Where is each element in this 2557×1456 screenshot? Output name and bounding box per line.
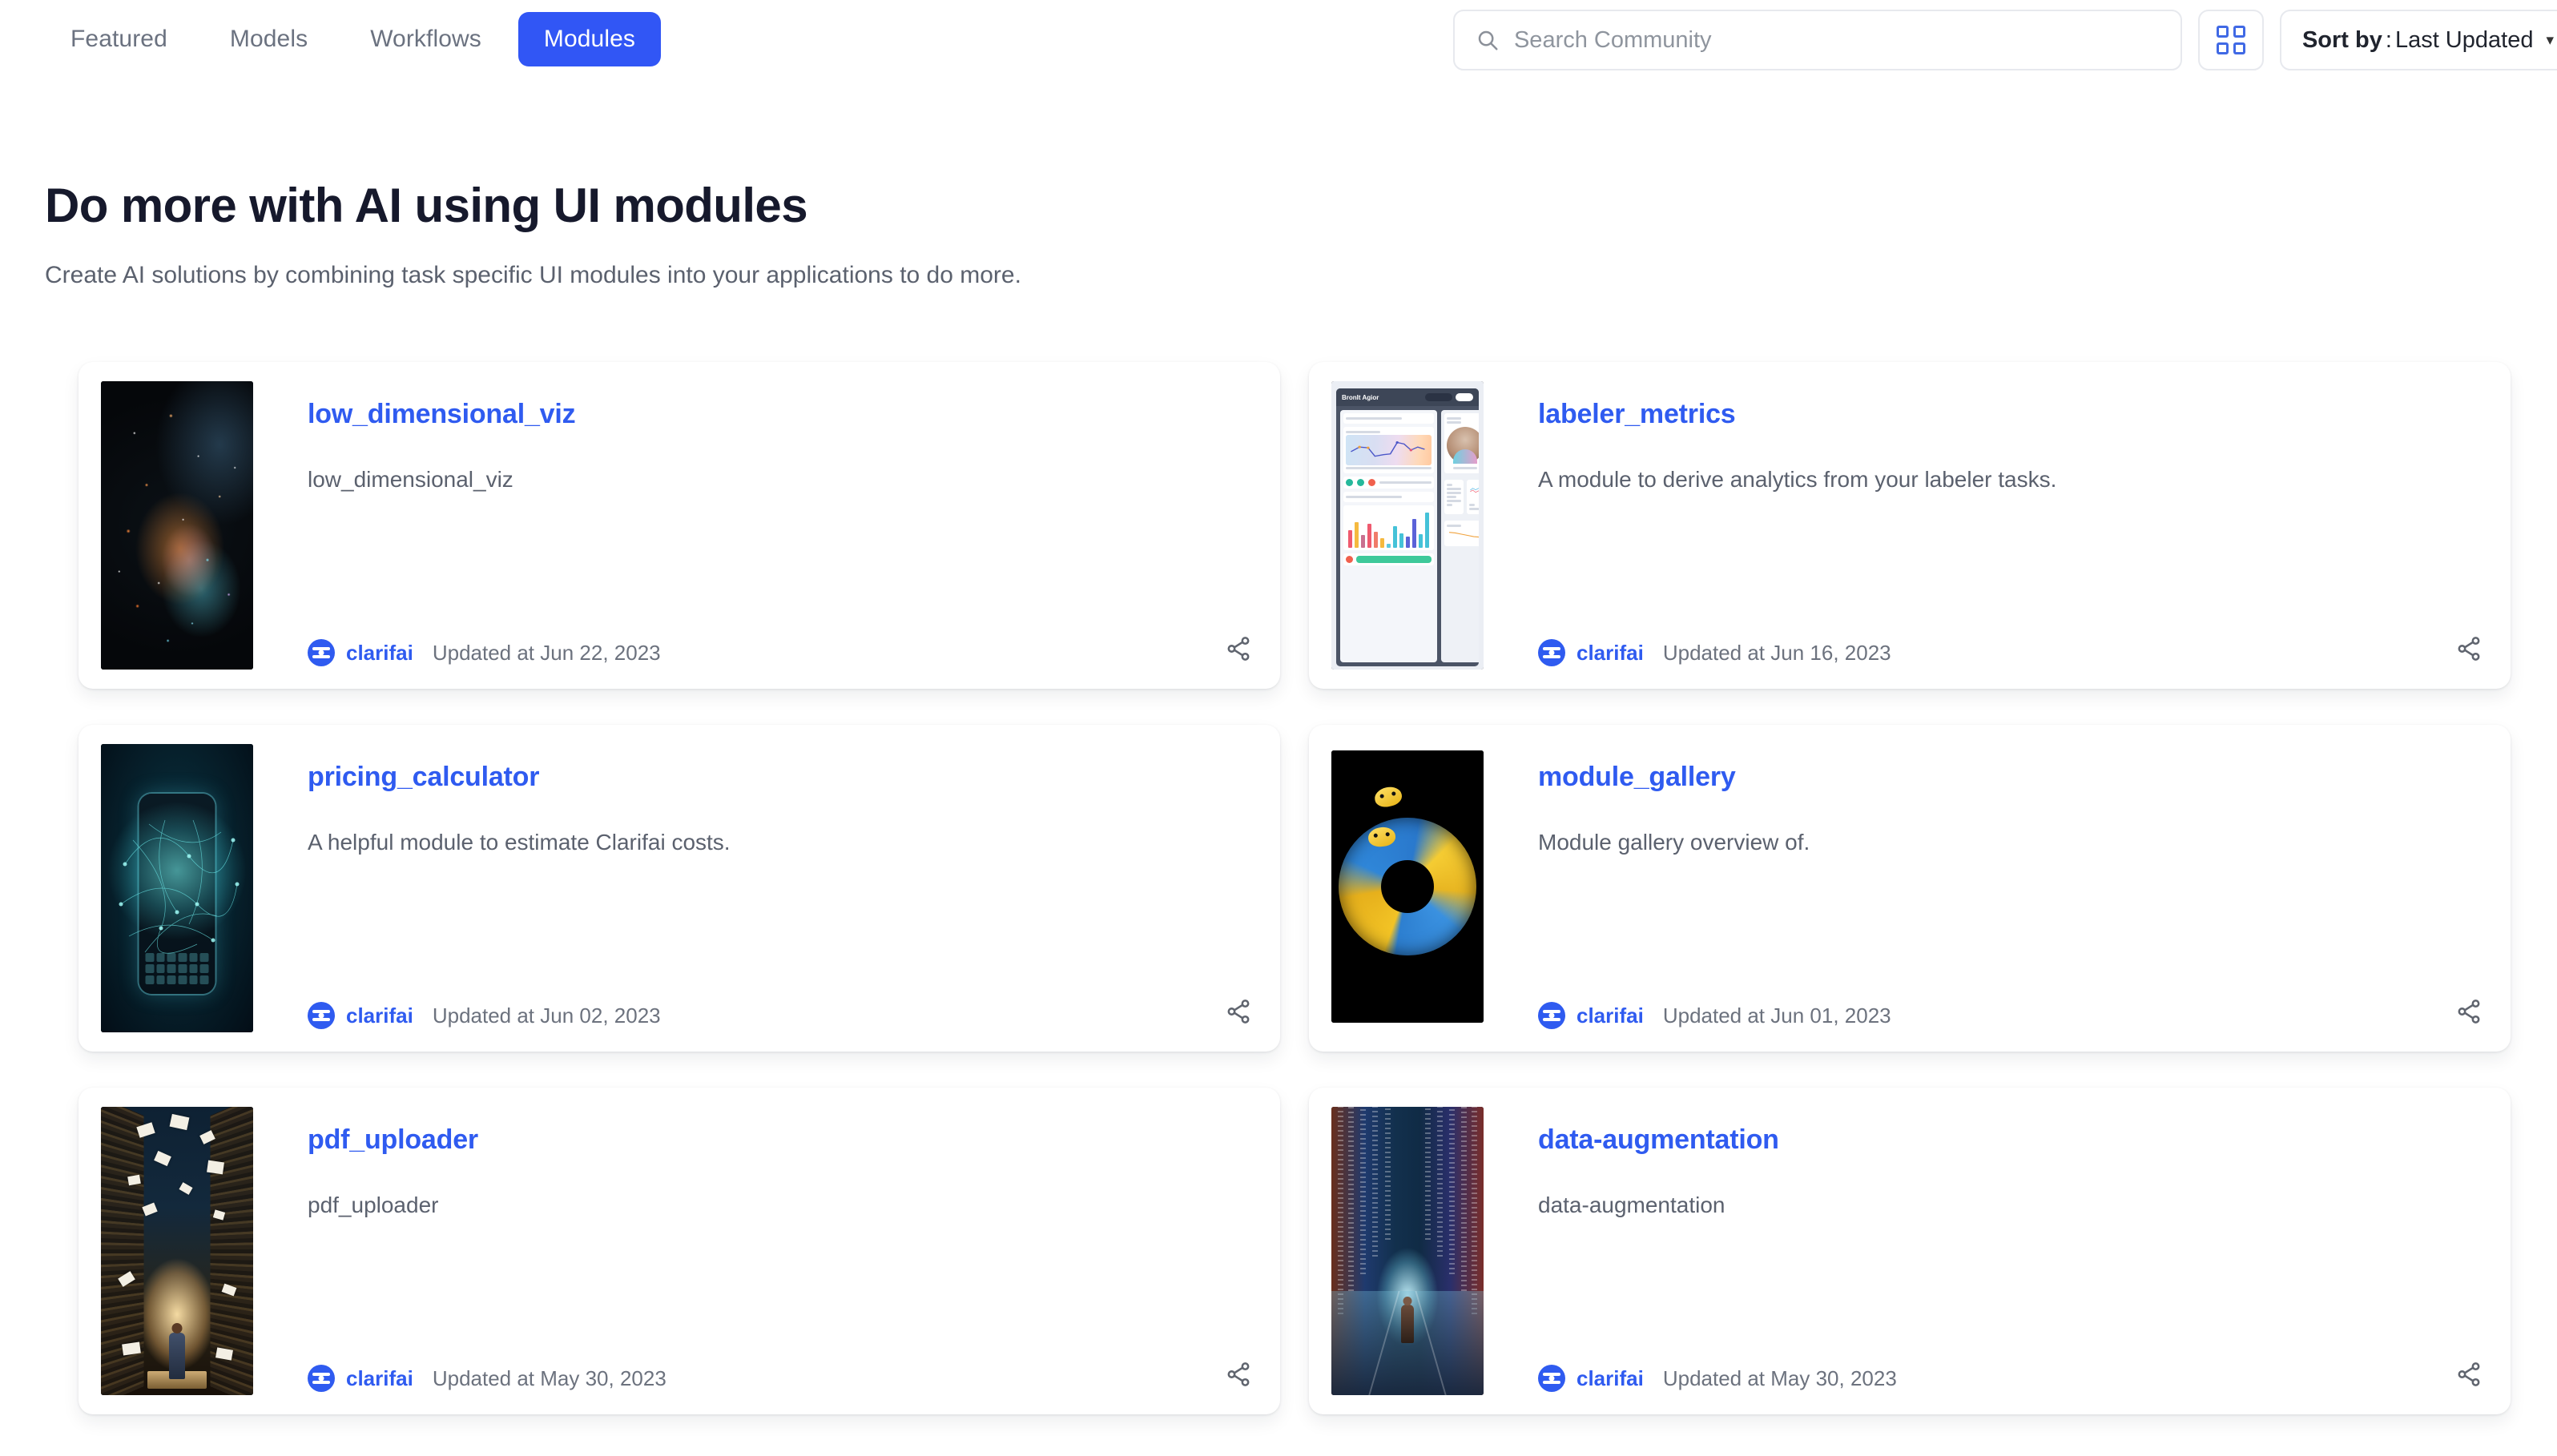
- module-description: Module gallery overview of.: [1538, 830, 2488, 855]
- page-subtitle: Create AI solutions by combining task sp…: [45, 262, 1021, 289]
- module-thumbnail[interactable]: [101, 381, 253, 670]
- updated-timestamp: Updated at Jun 16, 2023: [1663, 641, 1891, 666]
- search-icon: [1476, 28, 1500, 52]
- owner-name[interactable]: clarifai: [1576, 1366, 1644, 1391]
- module-thumbnail[interactable]: [101, 744, 253, 1032]
- share-icon: [2455, 998, 2483, 1025]
- share-icon: [1225, 1361, 1252, 1388]
- share-icon: [1225, 998, 1252, 1025]
- clarifai-logo-icon: [308, 1002, 335, 1029]
- tab-featured[interactable]: Featured: [45, 12, 193, 66]
- owner-name[interactable]: clarifai: [346, 1366, 413, 1391]
- module-thumbnail[interactable]: [101, 1107, 253, 1395]
- sort-separator: :: [2386, 27, 2392, 54]
- clarifai-logo-icon: [308, 639, 335, 666]
- module-thumbnail[interactable]: [1331, 1107, 1484, 1395]
- module-card-body: low_dimensional_viz low_dimensional_viz …: [308, 381, 1258, 670]
- owner-name[interactable]: clarifai: [1576, 641, 1644, 666]
- particle-burst-thumbnail: [101, 381, 253, 670]
- module-card[interactable]: BronIt Agior: [1309, 362, 2511, 689]
- module-card-body: pdf_uploader pdf_uploader clarifai Updat…: [308, 1107, 1258, 1395]
- updated-timestamp: Updated at Jun 01, 2023: [1663, 1004, 1891, 1028]
- module-owner[interactable]: clarifai: [308, 1002, 413, 1029]
- module-description: pdf_uploader: [308, 1193, 1258, 1218]
- module-description: A module to derive analytics from your l…: [1538, 467, 2488, 493]
- tab-modules[interactable]: Modules: [518, 12, 661, 66]
- tab-workflows[interactable]: Workflows: [344, 12, 507, 66]
- share-button[interactable]: [2451, 994, 2487, 1029]
- module-owner[interactable]: clarifai: [308, 1365, 413, 1392]
- community-tabs: Featured Models Workflows Modules: [45, 12, 661, 66]
- module-card-footer: clarifai Updated at May 30, 2023: [308, 1365, 1258, 1392]
- module-title-link[interactable]: data-augmentation: [1538, 1124, 1779, 1156]
- share-icon: [1225, 635, 1252, 662]
- search-input[interactable]: [1514, 27, 2160, 54]
- module-card-footer: clarifai Updated at Jun 16, 2023: [1538, 639, 2488, 666]
- module-thumbnail[interactable]: BronIt Agior: [1331, 381, 1484, 670]
- clarifai-logo-icon: [1538, 639, 1565, 666]
- clarifai-logo-icon: [1538, 1002, 1565, 1029]
- updated-timestamp: Updated at May 30, 2023: [433, 1366, 666, 1391]
- module-title-link[interactable]: module_gallery: [1538, 762, 1736, 793]
- module-owner[interactable]: clarifai: [1538, 1002, 1644, 1029]
- module-card[interactable]: data-augmentation data-augmentation clar…: [1309, 1088, 2511, 1414]
- tab-models[interactable]: Models: [204, 12, 333, 66]
- page-title: Do more with AI using UI modules: [45, 178, 807, 233]
- module-card-footer: clarifai Updated at May 30, 2023: [1538, 1365, 2488, 1392]
- module-owner[interactable]: clarifai: [1538, 1365, 1644, 1392]
- module-title-link[interactable]: low_dimensional_viz: [308, 399, 575, 430]
- module-card[interactable]: module_gallery Module gallery overview o…: [1309, 725, 2511, 1052]
- share-button[interactable]: [1221, 631, 1256, 666]
- module-card[interactable]: pdf_uploader pdf_uploader clarifai Updat…: [79, 1088, 1280, 1414]
- clarifai-logo-icon: [308, 1365, 335, 1392]
- digital-corridor-thumbnail: [1331, 1107, 1484, 1395]
- owner-name[interactable]: clarifai: [1576, 1004, 1644, 1028]
- module-thumbnail[interactable]: [1331, 750, 1484, 1023]
- module-card-body: labeler_metrics A module to derive analy…: [1538, 381, 2488, 670]
- module-card-footer: clarifai Updated at Jun 22, 2023: [308, 639, 1258, 666]
- sort-by-value: Last Updated: [2395, 27, 2534, 54]
- flying-papers-library-thumbnail: [101, 1107, 253, 1395]
- module-owner[interactable]: clarifai: [1538, 639, 1644, 666]
- share-icon: [2455, 635, 2483, 662]
- module-description: A helpful module to estimate Clarifai co…: [308, 830, 1258, 855]
- share-button[interactable]: [1221, 1357, 1256, 1392]
- module-card-body: module_gallery Module gallery overview o…: [1538, 744, 2488, 1032]
- coiled-snakes-thumbnail: [1331, 750, 1484, 1023]
- module-description: low_dimensional_viz: [308, 467, 1258, 493]
- top-navigation-bar: Featured Models Workflows Modules Sort b…: [0, 0, 2557, 78]
- module-title-link[interactable]: pdf_uploader: [308, 1124, 478, 1156]
- module-card[interactable]: pricing_calculator A helpful module to e…: [79, 725, 1280, 1052]
- share-button[interactable]: [2451, 631, 2487, 666]
- owner-name[interactable]: clarifai: [346, 641, 413, 666]
- search-container[interactable]: [1453, 10, 2182, 70]
- grid-view-toggle-button[interactable]: [2198, 10, 2264, 70]
- updated-timestamp: Updated at Jun 22, 2023: [433, 641, 661, 666]
- module-description: data-augmentation: [1538, 1193, 2488, 1218]
- toolbar-right: Sort by: Last Updated ▾: [1453, 10, 2557, 70]
- sort-by-dropdown[interactable]: Sort by: Last Updated ▾: [2280, 10, 2557, 70]
- module-card[interactable]: low_dimensional_viz low_dimensional_viz …: [79, 362, 1280, 689]
- grid-view-icon: [2217, 26, 2245, 54]
- glowing-calculator-thumbnail: [101, 744, 253, 1032]
- chevron-down-icon: ▾: [2546, 33, 2554, 48]
- module-owner[interactable]: clarifai: [308, 639, 413, 666]
- share-icon: [2455, 1361, 2483, 1388]
- module-card-footer: clarifai Updated at Jun 02, 2023: [308, 1002, 1258, 1029]
- module-card-body: data-augmentation data-augmentation clar…: [1538, 1107, 2488, 1395]
- analytics-dashboard-thumbnail: BronIt Agior: [1331, 381, 1484, 670]
- module-title-link[interactable]: pricing_calculator: [308, 762, 539, 793]
- module-card-body: pricing_calculator A helpful module to e…: [308, 744, 1258, 1032]
- share-button[interactable]: [2451, 1357, 2487, 1392]
- updated-timestamp: Updated at Jun 02, 2023: [433, 1004, 661, 1028]
- sort-by-label: Sort by: [2302, 27, 2382, 54]
- updated-timestamp: Updated at May 30, 2023: [1663, 1366, 1897, 1391]
- clarifai-logo-icon: [1538, 1365, 1565, 1392]
- module-title-link[interactable]: labeler_metrics: [1538, 399, 1736, 430]
- module-card-grid: low_dimensional_viz low_dimensional_viz …: [79, 362, 2511, 1414]
- module-card-footer: clarifai Updated at Jun 01, 2023: [1538, 1002, 2488, 1029]
- share-button[interactable]: [1221, 994, 1256, 1029]
- owner-name[interactable]: clarifai: [346, 1004, 413, 1028]
